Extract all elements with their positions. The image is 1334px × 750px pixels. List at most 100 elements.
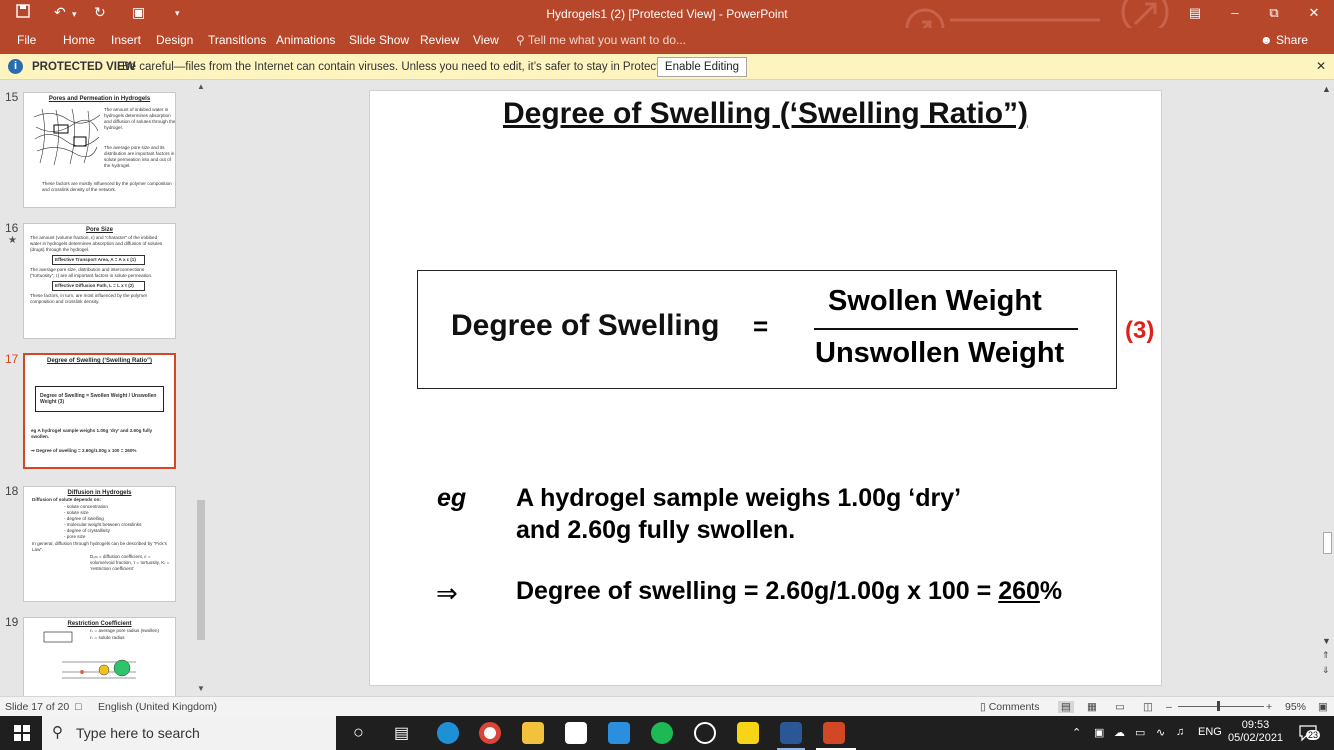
battery-icon[interactable]: ▭	[1135, 726, 1145, 739]
thumbnail-number: 15	[5, 90, 19, 104]
result-suffix: %	[1039, 577, 1063, 605]
zoom-slider-knob[interactable]	[1217, 701, 1220, 711]
tab-insert[interactable]: Insert	[111, 33, 141, 47]
tab-home[interactable]: Home	[63, 33, 95, 47]
file-explorer-icon[interactable]	[522, 722, 544, 744]
tab-design[interactable]: Design	[156, 33, 193, 47]
volume-icon[interactable]: ♫	[1176, 726, 1184, 738]
thumbnail-text: In general, diffusion through hydrogels …	[32, 541, 167, 552]
windows-start-icon[interactable]	[14, 725, 30, 741]
scrollbar-thumb[interactable]	[197, 500, 205, 640]
formula-label: Degree of Swelling	[451, 309, 720, 342]
scroll-down-icon[interactable]: ▼	[1322, 636, 1331, 646]
task-view-icon[interactable]: ▤	[394, 723, 409, 743]
zoom-out-icon[interactable]: –	[1166, 701, 1172, 713]
thumbnail-text: The average pore size, distribution and …	[30, 267, 153, 278]
sticky-notes-icon[interactable]	[737, 722, 759, 744]
tell-me-text: Tell me what you want to do...	[527, 33, 687, 47]
thumbnail-text: These factors are mostly influenced by t…	[42, 181, 172, 192]
close-button[interactable]: ✕	[1304, 5, 1324, 21]
title-bar: ↶ ▾ ↻ ▣ ▾ Hydrogels1 (2) [Protected View…	[0, 0, 1334, 48]
dell-icon[interactable]	[694, 722, 716, 744]
protected-view-bar: i PROTECTED VIEW Be careful—files from t…	[0, 54, 1334, 80]
restriction-diagram-icon	[43, 631, 136, 679]
onedrive-icon[interactable]: ☁	[1114, 726, 1125, 739]
search-placeholder: Type here to search	[76, 725, 200, 741]
ribbon-display-options-icon[interactable]: ▤	[1185, 5, 1205, 21]
scrollbar-thumb[interactable]	[1323, 532, 1332, 554]
protected-view-label: PROTECTED VIEW	[32, 61, 136, 73]
store-icon[interactable]	[565, 722, 587, 744]
spellcheck-icon[interactable]: □	[75, 701, 81, 713]
tell-me-box[interactable]: ⚲ Tell me what you want to do...	[516, 33, 686, 47]
tab-review[interactable]: Review	[420, 33, 459, 47]
formula-numerator: Swollen Weight	[828, 285, 1042, 317]
scroll-up-icon[interactable]: ▲	[197, 82, 205, 91]
fraction-bar	[814, 328, 1078, 330]
taskbar-search-box[interactable]: ⚲ Type here to search	[42, 716, 336, 750]
thumbnail-text: ⇒ Degree of swelling = 2.60g/1.00g x 100…	[31, 448, 137, 453]
chrome-icon[interactable]	[479, 722, 501, 744]
powerpoint-icon[interactable]	[823, 722, 845, 744]
tab-animations[interactable]: Animations	[276, 33, 335, 47]
equation-number: (3)	[1125, 317, 1155, 344]
action-center-icon[interactable]: 23	[1298, 724, 1321, 742]
slide-thumbnail-18[interactable]: Diffusion in Hydrogels Diffusion of solu…	[23, 486, 176, 602]
input-language[interactable]: ENG	[1198, 726, 1222, 738]
normal-view-icon[interactable]: ▤	[1058, 701, 1074, 713]
slide-thumbnail-17[interactable]: Degree of Swelling (‘Swelling Ratio”) De…	[23, 353, 176, 469]
show-hidden-icons-icon[interactable]: ⌃	[1072, 726, 1081, 739]
result-value: 260	[998, 577, 1040, 605]
ribbon-tabs: File Home Insert Design Transitions Anim…	[0, 28, 1334, 54]
share-label: Share	[1275, 33, 1308, 47]
slide-sorter-icon[interactable]: ▦	[1087, 701, 1097, 713]
formula-box: Degree of Swelling = Swollen Weight Unsw…	[417, 270, 1117, 389]
implies-arrow-icon: ⇒	[436, 578, 458, 608]
thumbnail-text: Degree of Swelling = Swollen Weight / Un…	[35, 386, 164, 412]
scroll-down-icon[interactable]: ▼	[197, 684, 205, 693]
share-button[interactable]: ☻ Share	[1260, 33, 1308, 47]
tab-view[interactable]: View	[473, 33, 499, 47]
tab-transitions[interactable]: Transitions	[208, 33, 266, 47]
clock-date: 05/02/2021	[1228, 732, 1284, 744]
slide-thumbnail-15[interactable]: Pores and Permeation in Hydrogels The am…	[23, 92, 176, 208]
next-slide-icon[interactable]: ⇓	[1322, 665, 1330, 676]
person-icon: ☻	[1259, 33, 1273, 47]
zoom-in-icon[interactable]: +	[1266, 701, 1272, 713]
result-prefix: Degree of swelling = 2.60g/1.00g x 100 =	[516, 577, 999, 605]
taskbar-clock[interactable]: 09:53 05/02/2021	[1228, 719, 1283, 745]
meet-now-icon[interactable]: ▣	[1094, 726, 1104, 739]
slideshow-view-icon[interactable]: ◫	[1143, 701, 1153, 713]
cortana-icon[interactable]: ○	[353, 722, 364, 743]
wifi-icon[interactable]: ∿	[1156, 726, 1165, 739]
reading-view-icon[interactable]: ▭	[1115, 701, 1125, 713]
zoom-slider[interactable]	[1178, 706, 1264, 707]
zoom-level[interactable]: 95%	[1285, 701, 1306, 713]
slide-scrollbar[interactable]: ▲ ▼ ⇑ ⇓	[1320, 80, 1334, 696]
formula-denominator: Unswollen Weight	[815, 337, 1065, 369]
thumbnail-text: Effective Transport Area, A = A x ε (1)	[52, 255, 145, 265]
spotify-icon[interactable]	[651, 722, 673, 744]
comments-button[interactable]: ▯ Comments	[980, 701, 1039, 713]
slide-thumbnail-16[interactable]: Pore Size The amount (volume fraction, ε…	[23, 223, 176, 339]
restore-button[interactable]: ⧉	[1264, 5, 1284, 21]
tab-slide-show[interactable]: Slide Show	[349, 33, 409, 47]
tab-file[interactable]: File	[17, 33, 36, 47]
minimize-button[interactable]: –	[1225, 5, 1245, 20]
slide-thumbnail-19[interactable]: Restriction Coefficient rₛ = average por…	[23, 617, 176, 696]
edge-icon[interactable]	[437, 722, 459, 744]
search-icon: ⚲	[52, 724, 63, 741]
example-line-2: and 2.60g fully swollen.	[516, 516, 796, 544]
fit-to-window-icon[interactable]: ▣	[1318, 701, 1328, 713]
slide-canvas[interactable]: Degree of Swelling (‘Swelling Ratio”) De…	[369, 90, 1162, 686]
language-indicator[interactable]: English (United Kingdom)	[98, 701, 217, 713]
enable-editing-button[interactable]: Enable Editing	[657, 57, 747, 77]
protected-view-message: Be careful—files from the Internet can c…	[122, 61, 703, 73]
thumbnail-scrollbar[interactable]: ▲ ▼	[194, 80, 208, 696]
mail-icon[interactable]	[608, 722, 630, 744]
word-icon[interactable]	[780, 722, 802, 744]
close-icon[interactable]: ✕	[1316, 59, 1326, 73]
scroll-up-icon[interactable]: ▲	[1322, 84, 1331, 94]
previous-slide-icon[interactable]: ⇑	[1322, 650, 1330, 661]
animation-star-icon: ★	[8, 235, 17, 246]
